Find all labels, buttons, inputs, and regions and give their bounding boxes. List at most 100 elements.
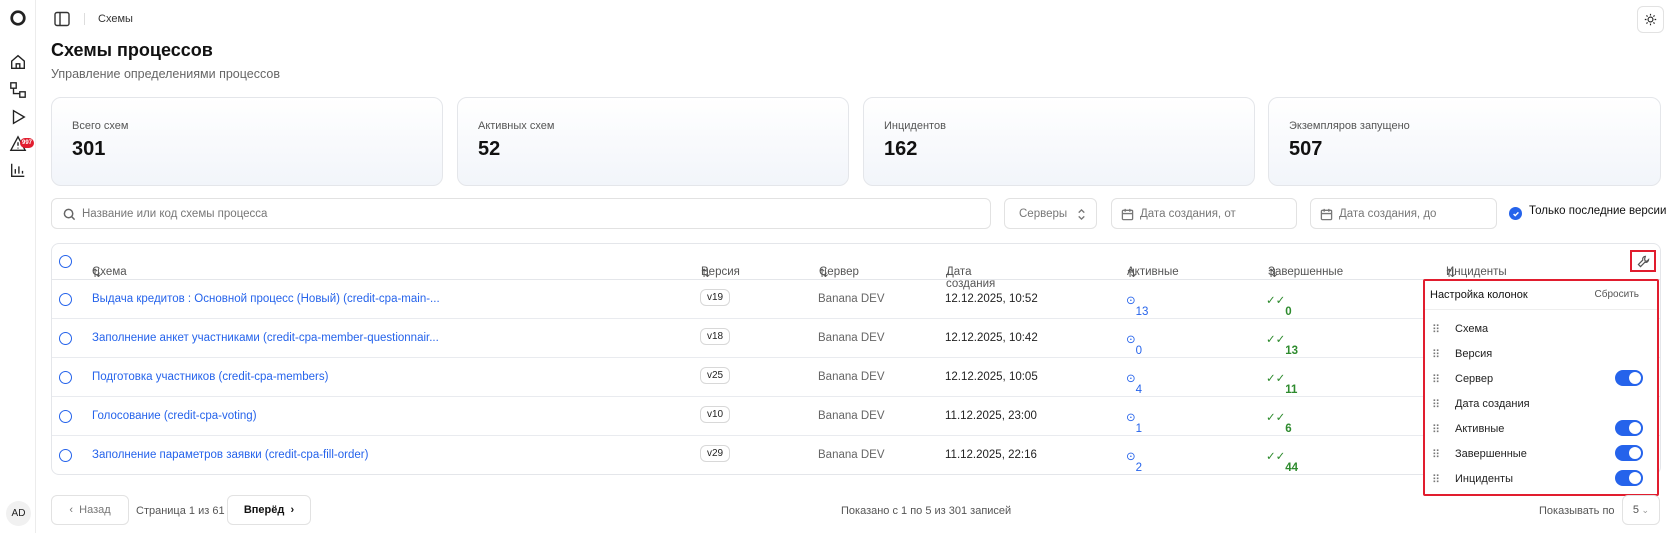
- drag-handle-icon[interactable]: ⠿: [1432, 323, 1440, 336]
- next-label: Вперёд: [243, 504, 285, 516]
- servers-select[interactable]: Серверы: [1004, 198, 1097, 229]
- row-checkbox[interactable]: [59, 371, 72, 384]
- scheme-link[interactable]: Подготовка участников (credit-cpa-member…: [92, 371, 328, 383]
- column-item-label: Завершенные: [1455, 448, 1527, 460]
- per-page-label: Показывать по: [1539, 505, 1615, 517]
- column-item-label: Сервер: [1455, 373, 1494, 385]
- column-item[interactable]: ⠿ Версия: [1425, 341, 1657, 367]
- active-cell[interactable]: ⊙ 1: [1126, 410, 1142, 435]
- stat-value: 507: [1289, 138, 1323, 160]
- divider: [1425, 309, 1657, 310]
- column-item[interactable]: ⠿ Сервер: [1425, 366, 1657, 392]
- column-item[interactable]: ⠿ Дата создания: [1425, 391, 1657, 417]
- column-item[interactable]: ⠿ Завершенные: [1425, 441, 1657, 467]
- date-cell: 12.12.2025, 10:05: [945, 371, 1038, 383]
- sort-icon: ⇅: [1446, 268, 1456, 280]
- scheme-link[interactable]: Заполнение анкет участниками (credit-cpa…: [92, 332, 439, 344]
- sidebar-toggle-icon[interactable]: [54, 11, 70, 27]
- active-cell[interactable]: ⊙ 4: [1126, 371, 1142, 396]
- check-icon: [1512, 211, 1519, 217]
- home-icon[interactable]: [8, 52, 28, 72]
- analytics-icon[interactable]: [8, 160, 28, 180]
- stat-label: Всего схем: [72, 120, 129, 132]
- date-from-input[interactable]: Дата создания, от: [1111, 198, 1297, 229]
- scheme-link[interactable]: Заполнение параметров заявки (credit-cpa…: [92, 449, 368, 461]
- stat-label: Активных схем: [478, 120, 555, 132]
- wrench-icon: [1637, 255, 1649, 267]
- done-count: 11: [1285, 384, 1298, 396]
- date-cell: 12.12.2025, 10:42: [945, 332, 1038, 344]
- per-page-select[interactable]: 5 ⌄: [1622, 495, 1660, 525]
- table-row[interactable]: Заполнение анкет участниками (credit-cpa…: [52, 319, 1660, 358]
- table-row[interactable]: Выдача кредитов : Основной процесс (Новы…: [52, 280, 1660, 319]
- stat-value: 162: [884, 138, 918, 160]
- table-header: Схема ⇅ Версия ⇅ Сервер ⇅ Дата создания …: [52, 244, 1660, 290]
- search-input[interactable]: Название или код схемы процесса: [51, 198, 991, 229]
- stat-value: 52: [478, 138, 501, 160]
- stat-card-incidents: Инцидентов 162: [863, 97, 1255, 186]
- drag-handle-icon[interactable]: ⠿: [1432, 473, 1440, 486]
- scheme-link[interactable]: Выдача кредитов : Основной процесс (Новы…: [92, 293, 440, 305]
- drag-handle-icon[interactable]: ⠿: [1432, 373, 1440, 386]
- latest-versions-checkbox[interactable]: [1509, 207, 1522, 220]
- page-info: Страница 1 из 61: [136, 505, 225, 517]
- active-count: 4: [1135, 384, 1143, 396]
- column-toggle[interactable]: [1615, 470, 1643, 486]
- version-badge: v29: [700, 445, 731, 462]
- done-cell: ✓✓ 44: [1266, 451, 1299, 474]
- column-toggle[interactable]: [1615, 370, 1643, 386]
- scheme-link[interactable]: Голосование (credit-cpa-voting): [92, 410, 257, 422]
- latest-versions-label[interactable]: Только последние версии: [1529, 205, 1666, 217]
- stat-card-instances: Экземпляров запущено 507: [1268, 97, 1661, 186]
- stat-label: Экземпляров запущено: [1289, 120, 1410, 132]
- next-button[interactable]: Вперёд ›: [227, 495, 311, 525]
- date-to-placeholder: Дата создания, до: [1339, 208, 1437, 220]
- table-row[interactable]: Заполнение параметров заявки (credit-cpa…: [52, 436, 1660, 474]
- schemes-icon[interactable]: [8, 80, 28, 100]
- breadcrumb[interactable]: Схемы: [98, 13, 133, 25]
- drag-handle-icon[interactable]: ⠿: [1432, 348, 1440, 361]
- active-cell[interactable]: ⊙ 0: [1126, 332, 1142, 357]
- drag-handle-icon[interactable]: ⠿: [1432, 398, 1440, 411]
- col-label: Завершенные: [1268, 266, 1344, 278]
- row-checkbox[interactable]: [59, 332, 72, 345]
- select-all-checkbox[interactable]: [59, 255, 72, 268]
- search-placeholder: Название или код схемы процесса: [82, 208, 268, 220]
- logo-icon[interactable]: [8, 8, 28, 28]
- server-cell: Banana DEV: [818, 410, 885, 422]
- chevron-left-icon: ‹: [69, 504, 80, 516]
- date-to-input[interactable]: Дата создания, до: [1310, 198, 1497, 229]
- table-row[interactable]: Подготовка участников (credit-cpa-member…: [52, 358, 1660, 397]
- calendar-icon: [1121, 208, 1134, 221]
- column-item[interactable]: ⠿ Инциденты: [1425, 466, 1657, 492]
- active-cell[interactable]: ⊙ 13: [1126, 293, 1148, 318]
- column-toggle[interactable]: [1615, 445, 1643, 461]
- active-count: 0: [1135, 345, 1143, 357]
- row-checkbox[interactable]: [59, 293, 72, 306]
- version-badge: v10: [700, 406, 731, 423]
- avatar[interactable]: AD: [6, 501, 31, 526]
- done-cell: ✓✓ 13: [1266, 334, 1299, 357]
- row-checkbox[interactable]: [59, 449, 72, 462]
- drag-handle-icon[interactable]: ⠿: [1432, 448, 1440, 461]
- column-toggle[interactable]: [1615, 420, 1643, 436]
- chevron-right-icon: ›: [284, 504, 295, 516]
- row-checkbox[interactable]: [59, 410, 72, 423]
- server-cell: Banana DEV: [818, 449, 885, 461]
- date-cell: 11.12.2025, 23:00: [945, 410, 1037, 422]
- servers-label: Серверы: [1019, 208, 1068, 220]
- page-subtitle: Управление определениями процессов: [51, 67, 280, 81]
- divider: [84, 13, 85, 25]
- table-row[interactable]: Голосование (credit-cpa-voting) v10 Bana…: [52, 397, 1660, 436]
- column-item[interactable]: ⠿ Схема: [1425, 316, 1657, 342]
- back-button[interactable]: ‹ Назад: [51, 495, 129, 525]
- theme-toggle-button[interactable]: [1637, 6, 1664, 33]
- column-item[interactable]: ⠿ Активные: [1425, 416, 1657, 442]
- reset-button[interactable]: Сбросить: [1595, 289, 1639, 300]
- column-item-label: Инциденты: [1455, 473, 1513, 485]
- active-cell[interactable]: ⊙ 2: [1126, 449, 1142, 474]
- date-cell: 11.12.2025, 22:16: [945, 449, 1037, 461]
- column-settings-button[interactable]: [1630, 250, 1656, 272]
- drag-handle-icon[interactable]: ⠿: [1432, 423, 1440, 436]
- play-icon[interactable]: [8, 107, 28, 127]
